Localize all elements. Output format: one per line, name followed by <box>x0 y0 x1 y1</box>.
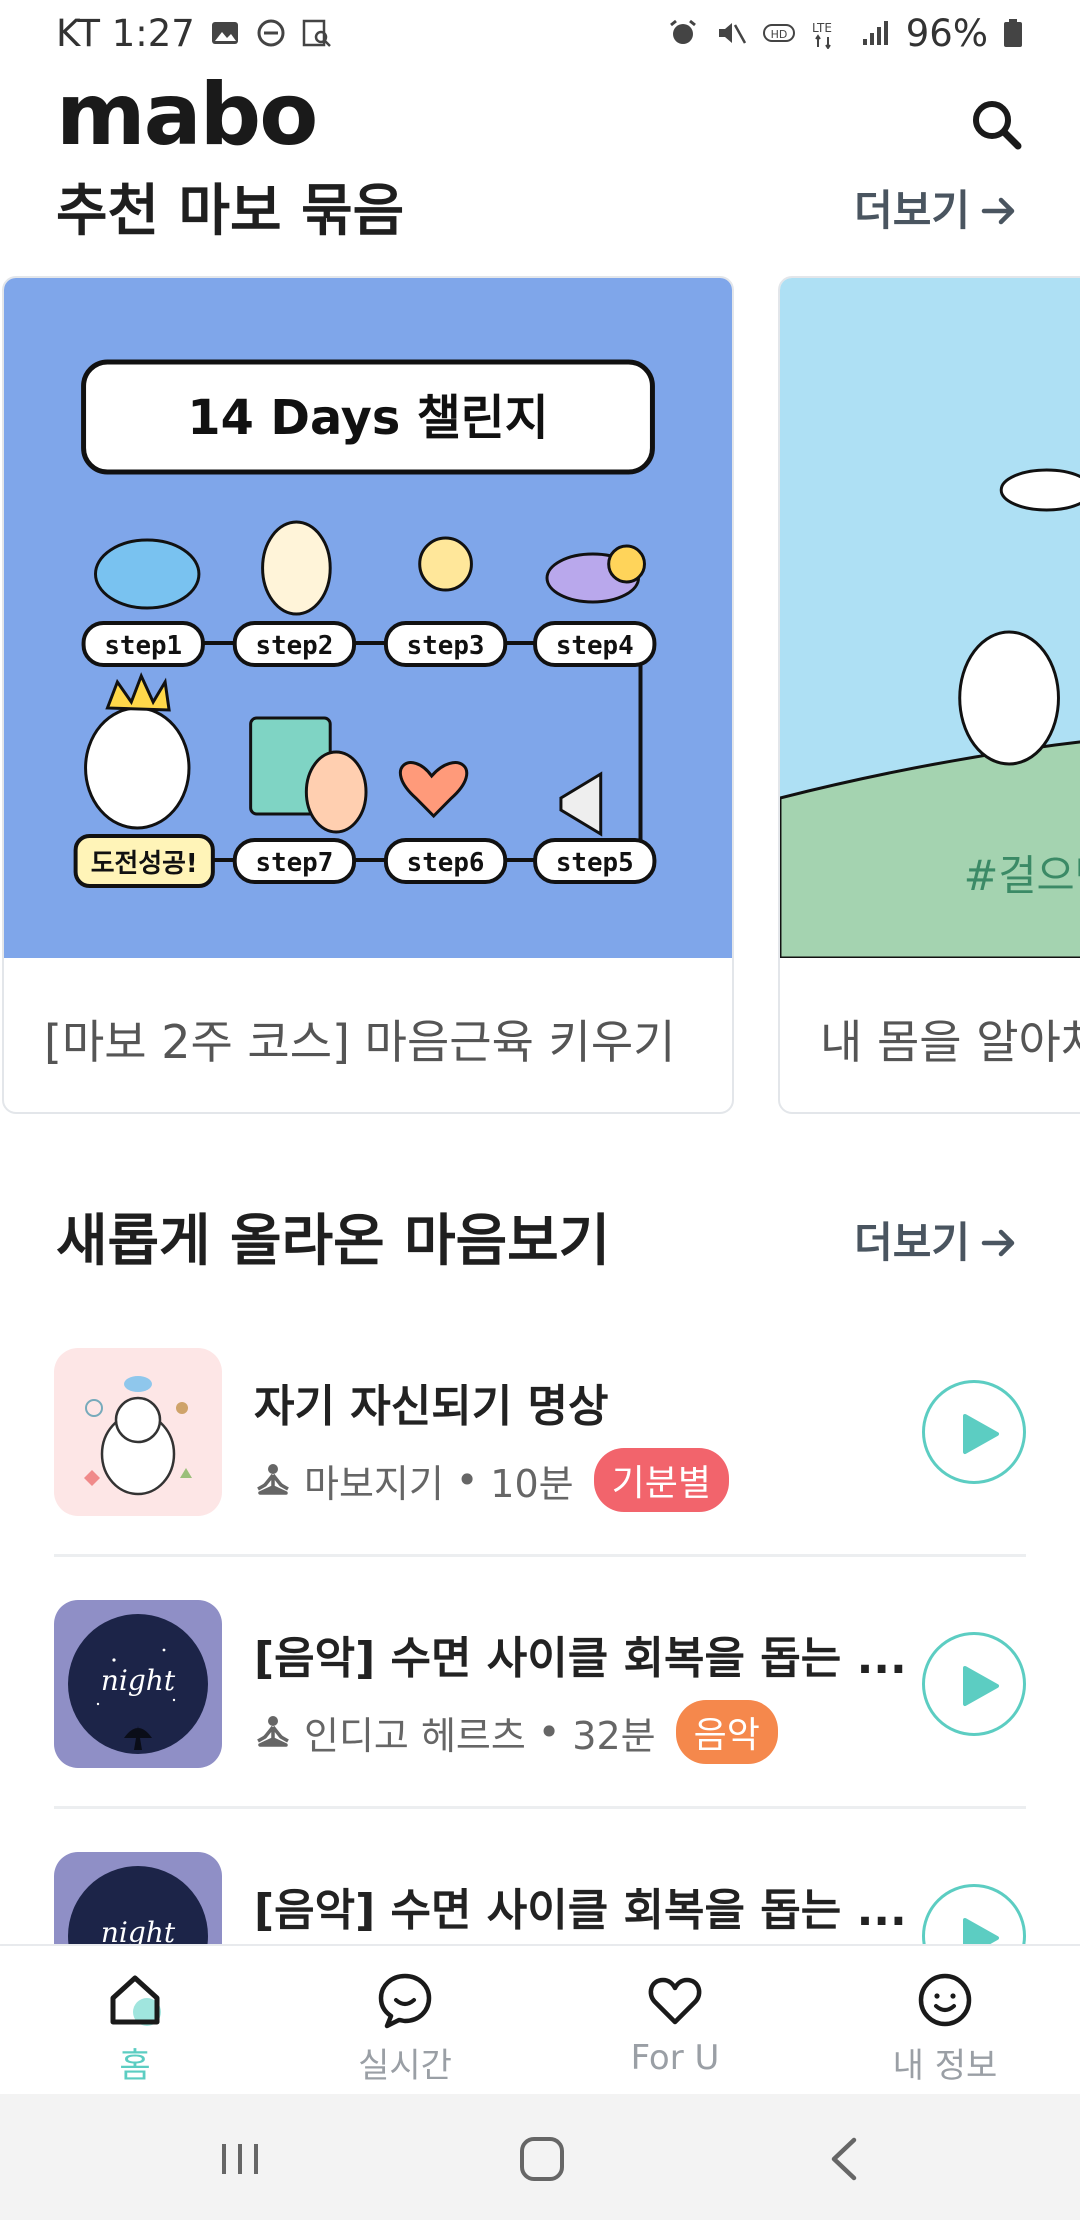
meditation-person-icon <box>257 1716 289 1747</box>
recommended-section-title: 추천 마보 묶음 <box>56 179 405 244</box>
home-button-icon[interactable] <box>512 2134 572 2184</box>
list-divider <box>54 1554 1026 1557</box>
meditation-thumbnail: night <box>54 1852 222 1944</box>
meta-separator: • <box>455 1458 479 1502</box>
mute-icon <box>718 23 746 44</box>
course-card[interactable]: #걸으면 내 몸을 알아차 <box>778 276 1080 1114</box>
more-label: 더보기 <box>854 1218 970 1267</box>
status-bar: KT 1:27 HD LTE 96% <box>0 0 1080 66</box>
svg-text:LTE: LTE <box>812 21 832 35</box>
category-badge: 기분별 <box>593 1448 729 1512</box>
signal-icon <box>862 21 888 45</box>
tab-my-info[interactable]: 내 정보 <box>810 1946 1080 2096</box>
search-icon[interactable] <box>968 96 1024 152</box>
meditation-list-item[interactable]: night [음악] 수면 사이클 회복을 돕는 ... 인디고 헤르츠 • 3… <box>54 1600 1026 1768</box>
play-icon <box>963 1414 999 1454</box>
svg-text:step7: step7 <box>256 848 334 878</box>
svg-text:step1: step1 <box>104 631 182 661</box>
meditation-title: [음악] 수면 사이클 회복을 돕는 ... <box>254 1885 907 1936</box>
arrow-right-icon <box>981 1229 1015 1257</box>
meditation-thumbnail <box>54 1348 222 1516</box>
meditation-title: [음악] 수면 사이클 회복을 돕는 ... <box>254 1633 907 1684</box>
tab-label: 홈 <box>119 2046 151 2086</box>
home-icon <box>110 1975 161 2026</box>
svg-text:night: night <box>101 1916 176 1944</box>
chat-icon <box>378 1973 432 2029</box>
do-not-disturb-icon <box>257 19 285 47</box>
system-nav-bar <box>0 2094 1080 2220</box>
svg-text:night: night <box>101 1664 176 1697</box>
new-uploads-section-title: 새롭게 올라온 마음보기 <box>56 1209 611 1274</box>
meditation-thumbnail: night <box>54 1600 222 1768</box>
heart-icon <box>648 1977 702 2025</box>
tab-label: 실시간 <box>358 2046 452 2086</box>
tab-realtime[interactable]: 실시간 <box>270 1946 540 2096</box>
alarm-icon <box>669 19 696 44</box>
more-label: 더보기 <box>854 186 970 235</box>
course-card-caption: 내 몸을 알아차 <box>820 1015 1080 1069</box>
tab-home[interactable]: 홈 <box>0 1946 270 2096</box>
course-card-illustration: 14 Days 챌린지 step1 step2 step3 step4 도전성공… <box>4 278 732 958</box>
carrier-time: KT 1:27 <box>56 11 195 55</box>
recommended-more-link[interactable]: 더보기 <box>854 190 1018 232</box>
screen-search-icon <box>302 19 331 47</box>
play-button[interactable] <box>922 1884 1026 1944</box>
meditation-duration: 32분 <box>572 1713 656 1758</box>
svg-text:step2: step2 <box>256 631 334 661</box>
status-left: KT 1:27 <box>56 12 333 55</box>
meditation-meta: 인디고 헤르츠 • 32분 음악 <box>254 1700 778 1764</box>
course-card-illustration: #걸으면 <box>780 278 1080 958</box>
meditation-person-icon <box>257 1464 289 1495</box>
category-badge: 음악 <box>675 1700 778 1764</box>
hd-icon: HD <box>762 24 795 42</box>
tab-label: 내 정보 <box>892 2046 998 2086</box>
play-icon <box>963 1918 999 1944</box>
tab-for-u[interactable]: For U <box>540 1946 810 2096</box>
meditation-list-item[interactable]: 자기 자신되기 명상 마보지기 • 10분 기분별 <box>54 1348 1026 1516</box>
meditation-meta: 마보지기 • 10분 기분별 <box>254 1448 729 1512</box>
gallery-icon <box>211 22 238 44</box>
play-button[interactable] <box>922 1632 1026 1736</box>
meditation-duration: 10분 <box>490 1461 574 1506</box>
arrow-right-icon <box>981 197 1015 225</box>
play-icon <box>963 1666 999 1706</box>
back-icon[interactable] <box>816 2134 876 2184</box>
new-uploads-more-link[interactable]: 더보기 <box>854 1222 1018 1264</box>
svg-text:step3: step3 <box>407 631 485 661</box>
app-logo: mabo <box>56 65 318 165</box>
course-card-caption: [마보 2주 코스] 마음근육 키우기 <box>44 1015 676 1069</box>
status-right: HD LTE 96% <box>666 12 1024 55</box>
course-card[interactable]: 14 Days 챌린지 step1 step2 step3 step4 도전성공… <box>2 276 734 1114</box>
bottom-tab-bar: 홈 실시간 For U 내 정보 <box>0 1944 1080 2094</box>
play-button[interactable] <box>922 1380 1026 1484</box>
svg-text:HD: HD <box>770 28 787 41</box>
lte-signal-icon: LTE <box>812 21 832 49</box>
svg-text:step5: step5 <box>556 848 634 878</box>
profile-icon <box>918 1973 972 2027</box>
meditation-author: 인디고 헤르츠 <box>304 1713 526 1758</box>
list-divider <box>54 1806 1026 1809</box>
meditation-title: 자기 자신되기 명상 <box>254 1381 609 1432</box>
meditation-list-item[interactable]: night [음악] 수면 사이클 회복을 돕는 ... <box>54 1852 1026 1944</box>
svg-text:도전성공!: 도전성공! <box>91 849 198 879</box>
meta-separator: • <box>537 1710 561 1754</box>
svg-text:step6: step6 <box>407 848 485 878</box>
banner-title: 14 Days 챌린지 <box>187 391 548 446</box>
svg-text:step4: step4 <box>556 631 634 661</box>
battery-icon <box>1004 19 1022 47</box>
recent-apps-icon[interactable] <box>210 2134 270 2184</box>
meditation-author: 마보지기 <box>304 1461 444 1506</box>
svg-text:#걸으면: #걸으면 <box>964 851 1080 900</box>
battery-percent: 96% <box>905 11 988 55</box>
tab-label: For U <box>630 2038 720 2078</box>
